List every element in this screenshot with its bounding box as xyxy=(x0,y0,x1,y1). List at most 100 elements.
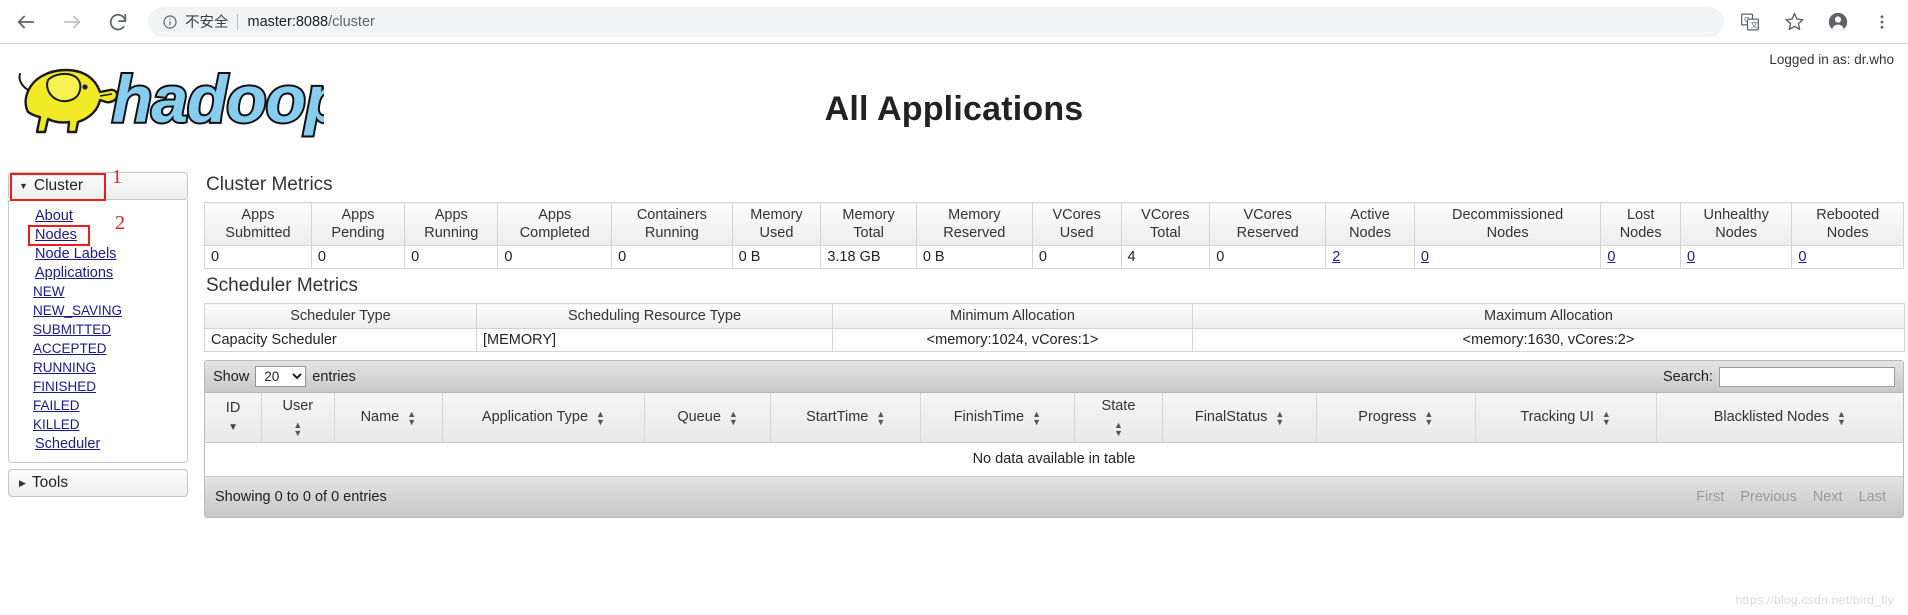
table-row: Capacity Scheduler [MEMORY] <memory:1024… xyxy=(204,328,1905,353)
address-bar[interactable]: 不安全 master:8088/cluster xyxy=(148,6,1724,37)
col-line2: Completed xyxy=(519,225,590,242)
col-name[interactable]: Name ▲ ▼ xyxy=(334,393,444,443)
col-apps-pending[interactable]: Apps Pending xyxy=(310,201,406,247)
decommissioned-nodes-link[interactable]: 0 xyxy=(1421,249,1429,265)
col-line2: Nodes xyxy=(1715,225,1758,242)
col-finishtime[interactable]: FinishTime ▲ ▼ xyxy=(920,393,1075,443)
col-line1: Apps xyxy=(434,207,468,223)
pagination-last[interactable]: Last xyxy=(1852,487,1893,507)
col-finalstatus[interactable]: FinalStatus ▲ ▼ xyxy=(1162,393,1318,443)
col-apps-submitted[interactable]: Apps Submitted xyxy=(204,201,312,247)
col-user-label: User xyxy=(282,398,314,415)
sort-both-icon: ▲ ▼ xyxy=(1032,408,1041,427)
sidebar-section-cluster-label: Cluster xyxy=(33,177,84,194)
sidebar-link-about[interactable]: About xyxy=(35,208,73,224)
sidebar-link-submitted[interactable]: SUBMITTED xyxy=(33,322,111,337)
col-line1: Apps xyxy=(538,207,572,223)
pagination-previous[interactable]: Previous xyxy=(1733,487,1803,507)
list-item: SUBMITTED xyxy=(33,321,187,339)
sidebar-section-tools[interactable]: ▶ Tools xyxy=(8,469,188,497)
col-state[interactable]: State ▲ ▼ xyxy=(1074,393,1164,443)
cell-maximum-allocation: <memory:1630, vCores:2> xyxy=(1192,328,1905,353)
triangle-right-icon: ▶ xyxy=(19,477,26,488)
col-finalstatus-label: FinalStatus xyxy=(1194,408,1268,425)
col-rebooted-nodes[interactable]: Rebooted Nodes xyxy=(1791,201,1904,247)
col-minimum-allocation[interactable]: Minimum Allocation xyxy=(832,303,1193,330)
sidebar-link-running[interactable]: RUNNING xyxy=(33,360,96,375)
reload-icon[interactable] xyxy=(106,10,130,34)
info-circle-icon[interactable] xyxy=(162,14,178,30)
cell-scheduling-resource-type: [MEMORY] xyxy=(476,328,833,353)
sidebar-link-failed[interactable]: FAILED xyxy=(33,398,80,413)
col-line2: Used xyxy=(1059,225,1094,242)
col-line2: Running xyxy=(644,225,699,242)
col-user[interactable]: User ▲ ▼ xyxy=(261,393,335,443)
sidebar-link-accepted[interactable]: ACCEPTED xyxy=(33,341,107,356)
forward-arrow-icon[interactable] xyxy=(60,10,84,34)
col-line2: Submitted xyxy=(225,225,291,242)
cell-vcores-total: 4 xyxy=(1120,245,1211,270)
col-vcores-total[interactable]: VCores Total xyxy=(1120,201,1211,247)
sidebar-section-cluster[interactable]: ▼ Cluster xyxy=(8,172,188,200)
col-scheduling-resource-type[interactable]: Scheduling Resource Type xyxy=(476,303,833,330)
col-apps-completed[interactable]: Apps Completed xyxy=(497,201,613,247)
sidebar-link-node-labels[interactable]: Node Labels xyxy=(35,246,116,262)
sidebar-link-new[interactable]: NEW xyxy=(33,284,65,299)
sidebar-link-finished[interactable]: FINISHED xyxy=(33,379,96,394)
omnibox-divider xyxy=(236,13,238,30)
lost-nodes-link[interactable]: 0 xyxy=(1607,249,1615,265)
pagination-first[interactable]: First xyxy=(1689,487,1731,507)
back-arrow-icon[interactable] xyxy=(14,10,38,34)
col-line2: Nodes xyxy=(1619,225,1662,242)
list-item: FAILED xyxy=(33,397,187,415)
col-line1: VCores xyxy=(1243,207,1292,223)
col-containers-running[interactable]: Containers Running xyxy=(611,201,733,247)
col-queue[interactable]: Queue ▲ ▼ xyxy=(644,393,772,443)
col-progress[interactable]: Progress ▲ ▼ xyxy=(1316,393,1476,443)
col-unhealthy-nodes[interactable]: Unhealthy Nodes xyxy=(1679,201,1793,247)
translate-icon[interactable]: G 文 xyxy=(1738,10,1762,34)
col-vcores-used[interactable]: VCores Used xyxy=(1031,201,1122,247)
hadoop-logo[interactable]: hadoop xyxy=(14,56,324,142)
rebooted-nodes-link[interactable]: 0 xyxy=(1798,249,1806,265)
unhealthy-nodes-link[interactable]: 0 xyxy=(1687,249,1695,265)
col-vcores-reserved[interactable]: VCores Reserved xyxy=(1209,201,1327,247)
search-input[interactable] xyxy=(1719,366,1895,387)
col-queue-label: Queue xyxy=(677,408,721,425)
sidebar-link-nodes[interactable]: Nodes xyxy=(35,227,77,243)
col-decommissioned-nodes[interactable]: Decommissioned Nodes xyxy=(1413,201,1602,247)
pagination-next[interactable]: Next xyxy=(1806,487,1850,507)
col-id[interactable]: ID ▼ xyxy=(205,393,263,443)
col-scheduler-type[interactable]: Scheduler Type xyxy=(204,303,477,330)
col-active-nodes[interactable]: Active Nodes xyxy=(1325,201,1415,247)
table-header-row: Scheduler Type Scheduling Resource Type … xyxy=(204,303,1905,330)
sidebar-link-scheduler[interactable]: Scheduler xyxy=(35,436,100,452)
col-memory-total[interactable]: Memory Total xyxy=(820,201,917,247)
browser-toolbar: 不安全 master:8088/cluster G 文 xyxy=(0,0,1908,44)
account-avatar-icon[interactable] xyxy=(1826,10,1850,34)
active-nodes-link[interactable]: 2 xyxy=(1332,249,1340,265)
col-blacklisted-nodes[interactable]: Blacklisted Nodes ▲ ▼ xyxy=(1656,393,1903,443)
col-apps-running[interactable]: Apps Running xyxy=(404,201,499,247)
col-starttime-label: StartTime xyxy=(806,408,869,425)
hadoop-wordmark: hadoop xyxy=(110,60,324,138)
col-starttime[interactable]: StartTime ▲ ▼ xyxy=(770,393,921,443)
page-length-select[interactable]: 20 40 60 80 100 xyxy=(255,366,307,388)
col-memory-used[interactable]: Memory Used xyxy=(731,201,822,247)
sidebar-link-killed[interactable]: KILLED xyxy=(33,417,80,432)
page-body: Logged in as: dr.who hadoop All Applicat… xyxy=(0,44,1908,615)
col-line1: Containers xyxy=(636,207,707,223)
col-memory-reserved[interactable]: Memory Reserved xyxy=(915,201,1033,247)
col-application-type[interactable]: Application Type ▲ ▼ xyxy=(442,393,645,443)
three-dot-menu-icon[interactable] xyxy=(1870,10,1894,34)
search-label: Search: xyxy=(1663,368,1713,385)
sidebar-link-new-saving[interactable]: NEW_SAVING xyxy=(33,303,122,318)
star-icon[interactable] xyxy=(1782,10,1806,34)
sidebar-link-applications[interactable]: Applications xyxy=(35,265,113,281)
col-line1: Rebooted xyxy=(1816,207,1880,223)
col-lost-nodes[interactable]: Lost Nodes xyxy=(1600,201,1681,247)
col-maximum-allocation[interactable]: Maximum Allocation xyxy=(1192,303,1905,330)
triangle-down-icon: ▼ xyxy=(19,181,28,191)
col-tracking-ui[interactable]: Tracking UI ▲ ▼ xyxy=(1475,393,1657,443)
cell-apps-submitted: 0 xyxy=(204,245,312,270)
